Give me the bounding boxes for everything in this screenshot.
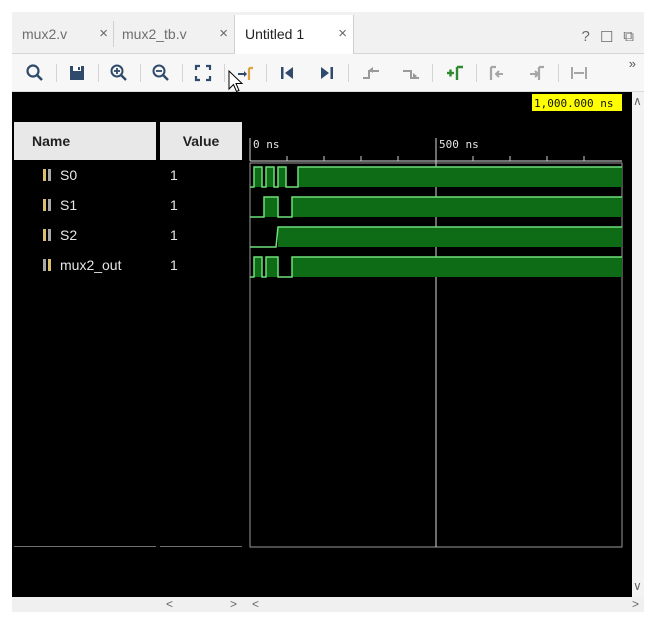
values-scroll-left-arrow[interactable]: < [166,597,173,611]
waveform-s0[interactable] [250,166,622,188]
wave-scroll-right-arrow[interactable]: > [632,597,639,611]
scroll-up-arrow[interactable]: ∧ [633,94,642,108]
tab-label: mux2.v [22,26,68,42]
toolbar-divider [224,64,225,82]
tab-mux2-v[interactable]: mux2.v × [12,15,114,54]
go-to-last-time-icon[interactable] [314,60,340,86]
toolbar: » [12,54,644,92]
tab-bar: mux2.v × mux2_tb.v × Untitled 1 × ? ☐ ⧉ [12,12,644,55]
signal-icon [43,259,51,271]
mouse-pointer-icon [228,70,244,93]
signal-row-s2[interactable]: S2 [14,220,156,250]
next-marker-icon[interactable] [524,60,550,86]
tab-untitled-1[interactable]: Untitled 1 × [234,15,354,55]
time-ruler-ticks [249,138,585,161]
divider-line [14,546,156,547]
toolbar-divider [56,64,57,82]
waveform-mux2-out[interactable] [250,256,622,278]
float-window-icon[interactable]: ⧉ [623,28,634,46]
waveform-canvas[interactable]: 0 ns 500 ns 1,000.000 ns [246,92,632,597]
signal-name: mux2_out [60,257,122,273]
next-transition-icon[interactable] [398,60,424,86]
signal-value-column: Value 1 1 1 1 [160,92,242,597]
close-icon[interactable]: × [99,15,108,53]
go-to-time-zero-icon[interactable] [274,60,300,86]
scroll-down-arrow[interactable]: ∨ [633,579,642,593]
search-icon[interactable] [22,60,48,86]
signal-name: S0 [60,167,78,183]
signal-row-s0[interactable]: S0 [14,160,156,190]
signal-value: 1 [170,197,178,213]
tab-label: Untitled 1 [245,26,305,42]
waveform-s2[interactable] [250,226,622,248]
signal-value: 1 [170,167,178,183]
toolbar-divider [266,64,267,82]
values-scroll-right-arrow[interactable]: > [230,597,237,611]
save-icon[interactable] [64,60,90,86]
signal-name: S1 [60,197,78,213]
zoom-in-icon[interactable] [106,60,132,86]
signal-name: S2 [60,227,78,243]
close-icon[interactable]: × [219,15,228,53]
signal-icon [43,169,51,181]
window-buttons: ? ☐ ⧉ [581,28,634,46]
signal-row-mux2-out[interactable]: mux2_out [14,250,156,280]
horizontal-scrollbars[interactable]: < > < > [12,597,644,612]
signal-icon [43,199,51,211]
value-column-header[interactable]: Value [160,122,242,160]
zoom-out-icon[interactable] [148,60,174,86]
waveform-viewer: Name S0 S1 S2 mux2_out Value 1 1 1 1 0 n… [12,92,644,612]
toolbar-divider [182,64,183,82]
swap-cursors-icon[interactable] [566,60,592,86]
signal-row-s1[interactable]: S1 [14,190,156,220]
toolbar-divider [476,64,477,82]
signal-value: 1 [170,227,178,243]
tab-label: mux2_tb.v [122,26,187,42]
cursor-time-label: 1,000.000 ns [534,97,613,110]
previous-marker-icon[interactable] [484,60,510,86]
waveform-window: mux2.v × mux2_tb.v × Untitled 1 × ? ☐ ⧉ [0,0,648,631]
restore-icon[interactable]: ☐ [600,28,613,46]
ruler-label-0: 0 ns [253,138,280,151]
add-marker-icon[interactable] [442,60,468,86]
toolbar-divider [140,64,141,82]
waveform-s1[interactable] [250,196,622,218]
signal-icon [43,229,51,241]
signal-value: 1 [170,257,178,273]
previous-transition-icon[interactable] [358,60,384,86]
toolbar-divider [558,64,559,82]
toolbar-divider [98,64,99,82]
toolbar-divider [432,64,433,82]
close-icon[interactable]: × [338,15,347,53]
toolbar-divider [348,64,349,82]
divider-line [160,546,242,547]
toolbar-overflow-icon[interactable]: » [629,56,636,71]
zoom-fit-icon[interactable] [190,60,216,86]
signal-name-column: Name S0 S1 S2 mux2_out [14,92,156,597]
name-column-header[interactable]: Name [14,122,156,160]
wave-scroll-left-arrow[interactable]: < [252,597,259,611]
help-icon[interactable]: ? [581,28,589,46]
tab-mux2-tb-v[interactable]: mux2_tb.v × [112,15,234,54]
vertical-scrollbar[interactable]: ∧ ∨ [632,92,644,597]
ruler-label-500: 500 ns [439,138,479,151]
